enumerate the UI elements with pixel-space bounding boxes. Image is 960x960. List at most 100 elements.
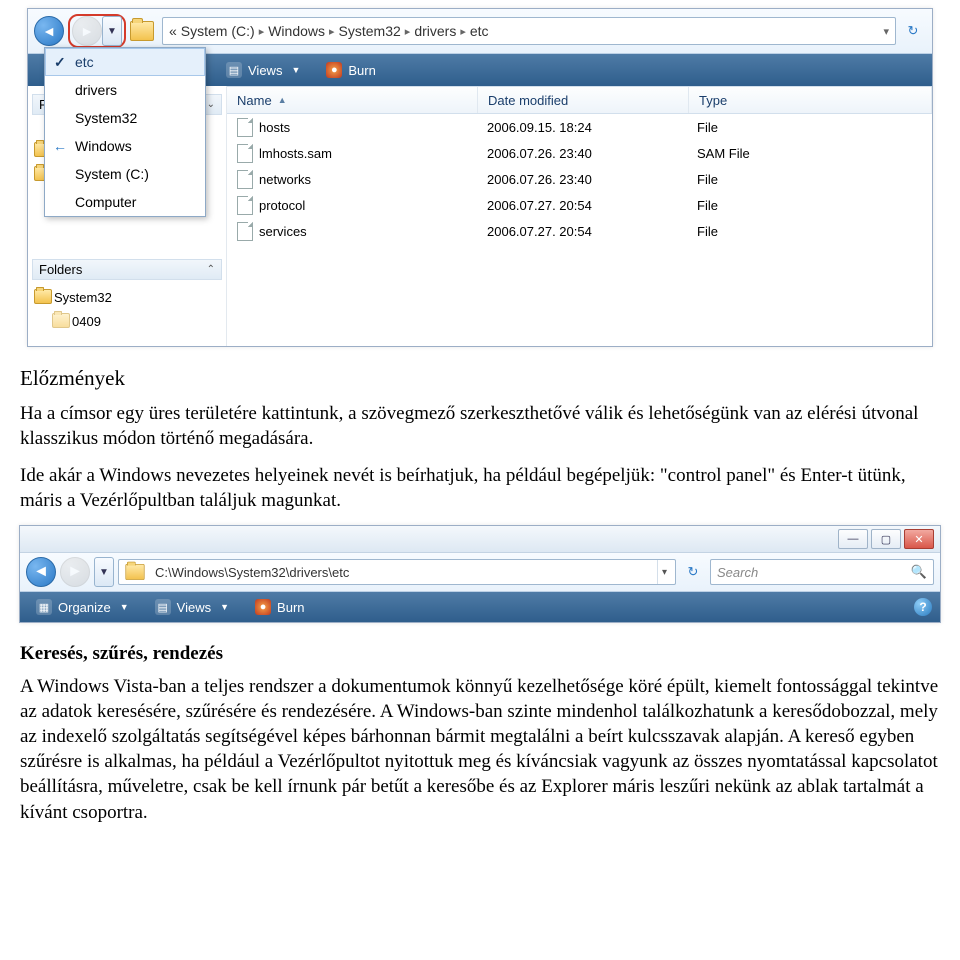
minimize-button[interactable]: — [838,529,868,549]
document-body: Előzmények Ha a címsor egy üres területé… [20,365,940,513]
file-name: protocol [259,198,305,213]
paragraph: A Windows Vista-ban a teljes rendszer a … [20,674,940,824]
tree-item[interactable]: System32 [32,286,222,310]
folders-header[interactable]: Folders⌃ [32,259,222,280]
column-headers: Name▲ Date modified Type [227,86,932,114]
folder-icon [130,21,154,41]
file-type: File [687,224,932,239]
history-dropdown-button[interactable]: ▼ [94,557,114,587]
search-input[interactable]: Search 🔍 [710,559,934,585]
file-icon [237,118,253,137]
paragraph: Ide akár a Windows nevezetes helyeinek n… [20,463,940,513]
organize-icon: ▦ [36,599,52,615]
history-item[interactable]: System32 [45,104,205,132]
history-item[interactable]: System (C:) [45,160,205,188]
history-item[interactable]: etc [45,48,205,76]
chevron-right-icon: ▸ [405,25,411,38]
history-dropdown-button[interactable]: ▼ [102,16,122,46]
file-date: 2006.07.27. 20:54 [477,198,687,213]
views-icon: ▤ [226,62,242,78]
col-date[interactable]: Date modified [478,87,689,113]
chevron-down-icon[interactable]: ▾ [657,560,671,584]
window-titlebar: — ▢ ✕ [20,526,940,553]
explorer-screenshot-1: ◄ ► ▼ « System (C:)▸ Windows▸ System32▸ … [27,8,933,347]
sort-asc-icon: ▲ [278,95,287,105]
maximize-button[interactable]: ▢ [871,529,901,549]
help-icon[interactable]: ? [914,598,932,616]
document-body: Keresés, szűrés, rendezés A Windows Vist… [20,641,940,825]
file-name: services [259,224,307,239]
file-icon [237,170,253,189]
file-date: 2006.07.26. 23:40 [477,172,687,187]
search-placeholder: Search [717,565,758,580]
file-type: SAM File [687,146,932,161]
breadcrumb[interactable]: « System (C:)▸ Windows▸ System32▸ driver… [162,17,896,45]
file-type: File [687,198,932,213]
annotation-highlight: ► ▼ [68,14,126,48]
heading-elozmenyek: Előzmények [20,365,940,393]
burn-icon: ● [255,599,271,615]
chevron-up-icon: ⌃ [207,264,215,275]
history-item[interactable]: Computer [45,188,205,216]
file-date: 2006.09.15. 18:24 [477,120,687,135]
file-date: 2006.07.26. 23:40 [477,146,687,161]
forward-button[interactable]: ► [60,557,90,587]
explorer-toolbar: ▦Organize▼ ▤Views▼ ●Burn ? [20,592,940,622]
back-button[interactable]: ◄ [26,557,56,587]
breadcrumb-seg[interactable]: System32 [339,23,401,39]
history-item[interactable]: Windows [45,132,205,160]
file-type: File [687,120,932,135]
burn-button[interactable]: ●Burn [318,59,383,81]
chevron-right-icon: ▸ [259,25,265,38]
file-row[interactable]: services 2006.07.27. 20:54File [227,218,932,244]
search-icon: 🔍 [911,564,927,580]
file-list: Name▲ Date modified Type hosts 2006.09.15… [227,86,932,346]
heading-kereses: Keresés, szűrés, rendezés [20,641,940,666]
folder-icon [125,564,144,580]
chevron-right-icon: ▸ [460,25,466,38]
breadcrumb-seg[interactable]: System (C:) [181,23,255,39]
burn-icon: ● [326,62,342,78]
file-row[interactable]: lmhosts.sam 2006.07.26. 23:40SAM File [227,140,932,166]
folder-icon [34,289,52,304]
col-name[interactable]: Name▲ [227,87,478,113]
forward-button[interactable]: ► [72,16,102,46]
refresh-icon[interactable]: ↻ [680,559,706,585]
file-icon [237,222,253,241]
file-name: networks [259,172,311,187]
path-text: C:\Windows\System32\drivers\etc [151,565,657,580]
back-button[interactable]: ◄ [34,16,64,46]
breadcrumb-seg[interactable]: etc [470,23,489,39]
breadcrumb-seg[interactable]: « [169,23,177,39]
file-date: 2006.07.27. 20:54 [477,224,687,239]
views-button[interactable]: ▤Views▼ [147,596,237,618]
views-icon: ▤ [155,599,171,615]
file-row[interactable]: networks 2006.07.26. 23:40File [227,166,932,192]
organize-button[interactable]: ▦Organize▼ [28,596,137,618]
col-type[interactable]: Type [689,87,932,113]
folder-icon [52,313,70,328]
refresh-icon[interactable]: ↻ [900,18,926,44]
file-name: hosts [259,120,290,135]
address-bar: ◄ ► ▼ C:\Windows\System32\drivers\etc ▾ … [20,553,940,592]
file-type: File [687,172,932,187]
history-item[interactable]: drivers [45,76,205,104]
chevron-down-icon[interactable]: ▾ [883,25,889,38]
explorer-screenshot-2: — ▢ ✕ ◄ ► ▼ C:\Windows\System32\drivers\… [19,525,941,623]
file-icon [237,196,253,215]
history-dropdown: etc drivers System32 Windows System (C:)… [44,47,206,217]
burn-button[interactable]: ●Burn [247,596,312,618]
views-button[interactable]: ▤Views▼ [218,59,308,81]
chevron-down-icon: ⌄ [207,99,215,110]
file-row[interactable]: protocol 2006.07.27. 20:54File [227,192,932,218]
close-button[interactable]: ✕ [904,529,934,549]
breadcrumb-seg[interactable]: drivers [414,23,456,39]
breadcrumb-seg[interactable]: Windows [268,23,325,39]
chevron-right-icon: ▸ [329,25,335,38]
paragraph: Ha a címsor egy üres területére kattintu… [20,401,940,451]
file-row[interactable]: hosts 2006.09.15. 18:24File [227,114,932,140]
address-input[interactable]: C:\Windows\System32\drivers\etc ▾ [118,559,676,585]
file-icon [237,144,253,163]
tree-item[interactable]: 0409 [50,310,222,334]
file-name: lmhosts.sam [259,146,332,161]
